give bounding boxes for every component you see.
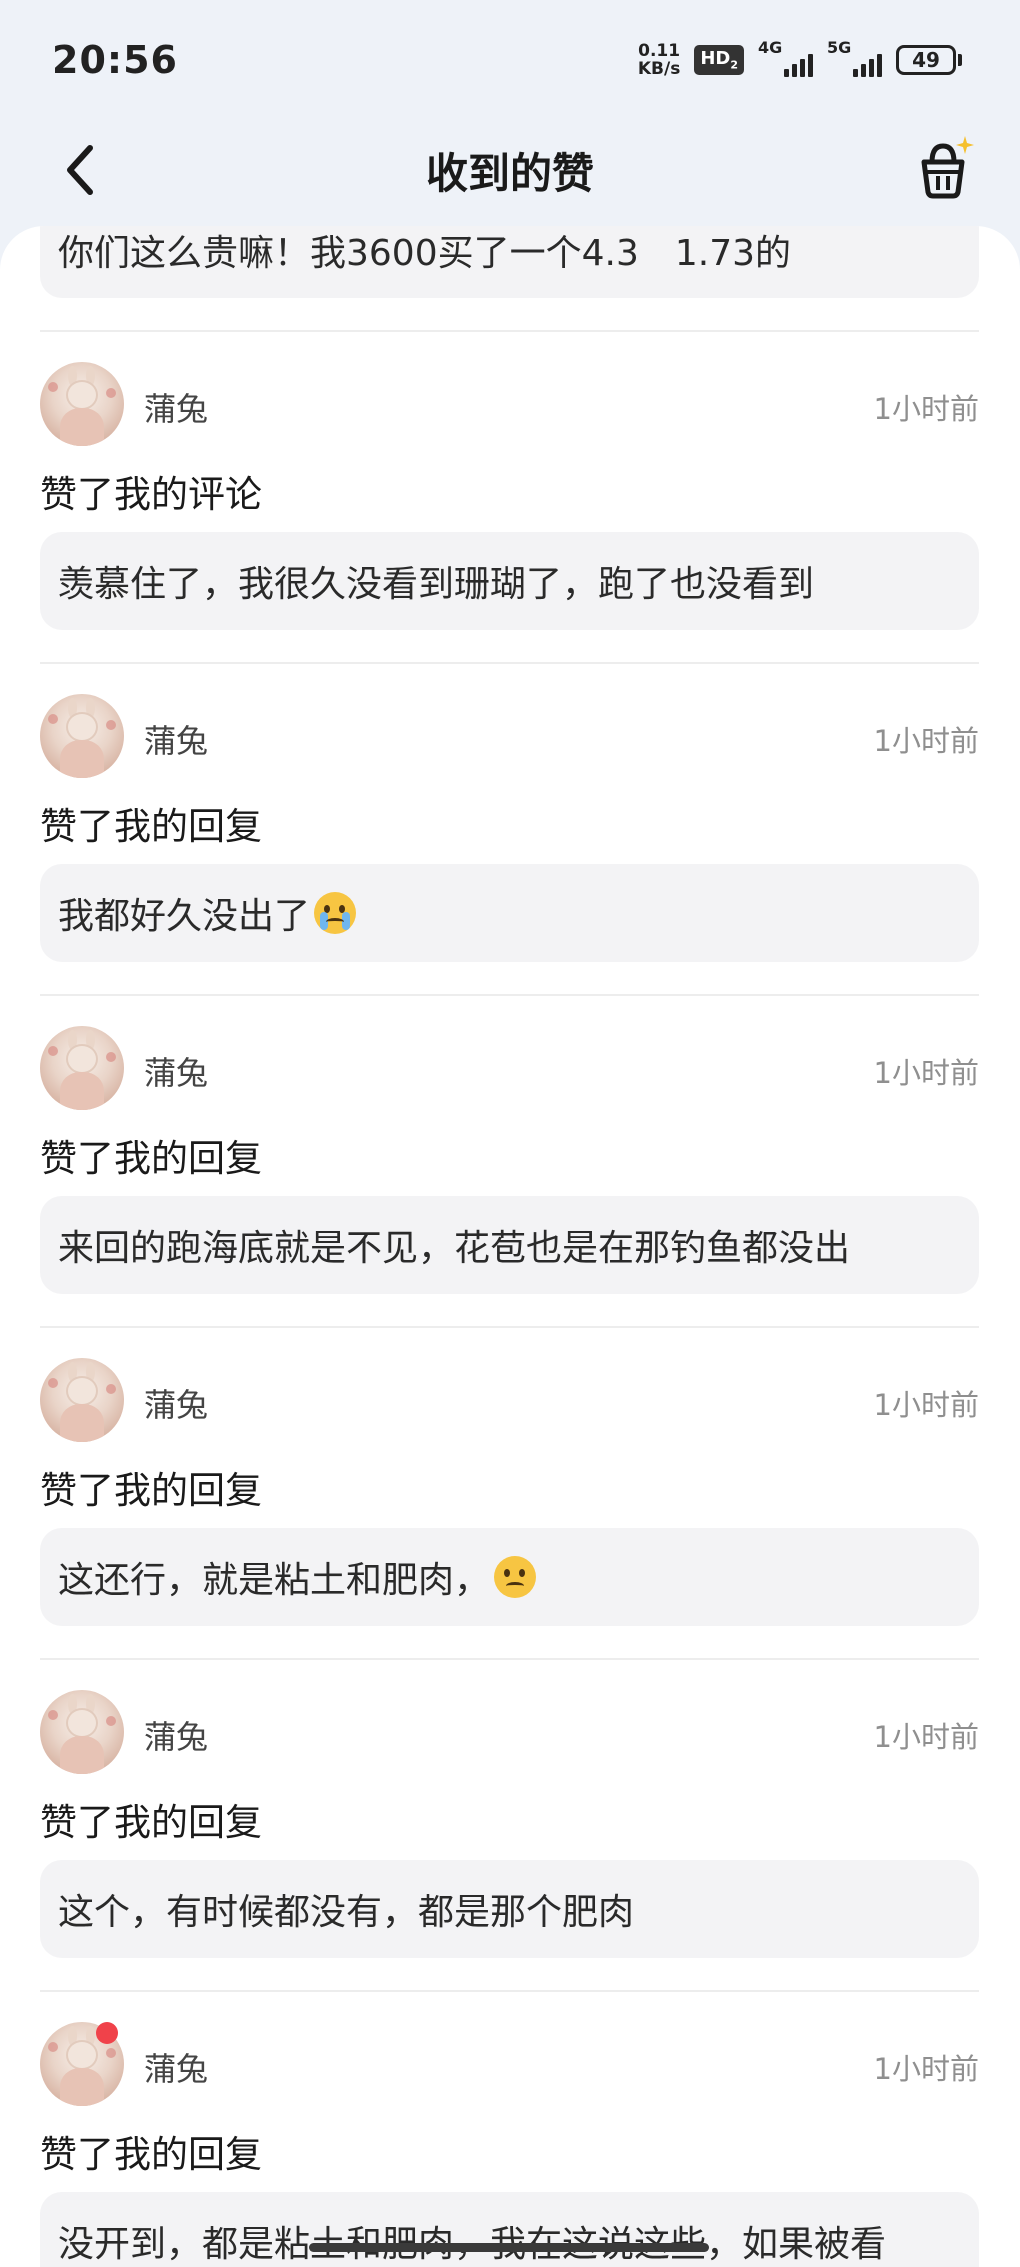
status-icons: 0.11 KB/s HD2 4G 5G 49 [638,38,962,78]
signal-bar [877,53,882,77]
unread-dot [96,2022,118,2044]
network-speed-unit: KB/s [637,59,681,79]
home-indicator[interactable] [309,2243,709,2252]
signal-bar [853,68,858,77]
like-action: 赞了我的回复 [40,805,262,848]
hd-sub: 2 [730,58,738,72]
page-title: 收到的赞 [425,148,594,198]
quoted-comment-text: 这个，有时候都没有，都是那个肥肉 [58,1892,635,1933]
quoted-comment[interactable]: 这还行，就是粘土和肥肉， [40,1528,979,1626]
quoted-comment[interactable]: 没开到，都是粘土和肥肉，我在这说这些，如果被看 [40,2192,979,2267]
avatar[interactable] [40,362,124,446]
quoted-comment[interactable]: 羡慕住了，我很久没看到珊瑚了，跑了也没看到 [40,532,979,630]
like-item[interactable]: 蒲兔 1小时前 赞了我的回复 我都好久没出了 [40,664,979,994]
username[interactable]: 蒲兔 [144,1712,208,1758]
username[interactable]: 蒲兔 [144,716,208,762]
quoted-comment-text: 没开到，都是粘土和肥肉，我在这说这些，如果被看 [58,2215,886,2267]
signal-4g-label: 4G [758,37,783,57]
username[interactable]: 蒲兔 [144,1380,208,1426]
like-item[interactable]: 蒲兔 1小时前 赞了我的回复 这个，有时候都没有，都是那个肥肉 [40,1660,979,1990]
hd-icon: HD2 [694,45,744,75]
avatar[interactable] [40,1690,124,1774]
quoted-comment[interactable]: 你们这么贵嘛！我3600买了一个4.3 1.73的 [40,226,979,298]
signal-bar [792,63,797,77]
slightly-frowning-face-icon [494,1556,537,1598]
username[interactable]: 蒲兔 [144,384,208,430]
like-item[interactable]: 蒲兔 1小时前 赞了我的回复 这还行，就是粘土和肥肉， [40,1328,979,1658]
signal-bar [784,68,789,77]
basket-button[interactable] [908,132,978,202]
network-speed-value: 0.11 [638,41,681,61]
battery-level: 49 [912,48,940,72]
timestamp: 1小时前 [873,724,979,758]
quoted-comment[interactable]: 来回的跑海底就是不见，花苞也是在那钓鱼都没出 [40,1196,979,1294]
timestamp: 1小时前 [873,1388,979,1422]
timestamp: 1小时前 [873,392,979,426]
quoted-comment-text: 羡慕住了，我很久没看到珊瑚了，跑了也没看到 [58,564,815,605]
nav-bar: 收到的赞 [0,110,1020,230]
status-time: 20:56 [52,38,178,82]
timestamp: 1小时前 [873,2052,979,2086]
quoted-comment-text: 这还行，就是粘土和肥肉， [58,1560,491,1601]
like-item[interactable]: 蒲兔 1小时前 赞了我的回复 来回的跑海底就是不见，花苞也是在那钓鱼都没出 [40,996,979,1326]
status-bar: 20:56 0.11 KB/s HD2 4G 5G 49 [0,0,1020,120]
basket-sparkle-icon [921,136,974,199]
battery-icon: 49 [896,45,962,75]
hd-label: HD [700,48,731,70]
quoted-comment-text: 来回的跑海底就是不见，花苞也是在那钓鱼都没出 [58,1228,851,1269]
back-button[interactable] [52,138,108,202]
signal-bar [869,58,874,77]
username[interactable]: 蒲兔 [144,1048,208,1094]
like-item[interactable]: 蒲兔 1小时前 赞了我的评论 羡慕住了，我很久没看到珊瑚了，跑了也没看到 [40,332,979,662]
timestamp: 1小时前 [873,1720,979,1754]
username[interactable]: 蒲兔 [144,2044,208,2090]
signal-bar [808,53,813,77]
chevron-left-icon [67,145,93,195]
signal-bar [800,58,805,77]
avatar[interactable] [40,1358,124,1442]
like-item[interactable]: 蒲兔 1小时前 赞了我的回复 没开到，都是粘土和肥肉，我在这说这些，如果被看 [40,1992,979,2267]
like-action: 赞了我的评论 [40,473,262,516]
like-action: 赞了我的回复 [40,2133,262,2176]
avatar[interactable] [40,694,124,778]
timestamp: 1小时前 [873,1056,979,1090]
signal-5g-icon: 5G [827,38,882,77]
signal-5g-label: 5G [827,37,852,57]
quoted-comment[interactable]: 这个，有时候都没有，都是那个肥肉 [40,1860,979,1958]
quoted-comment[interactable]: 我都好久没出了 [40,864,979,962]
like-action: 赞了我的回复 [40,1137,262,1180]
like-action: 赞了我的回复 [40,1801,262,1844]
quoted-comment-text: 你们这么贵嘛！我3600买了一个4.3 1.73的 [58,233,792,274]
signal-4g-icon: 4G [758,38,813,77]
likes-list[interactable]: 你们这么贵嘛！我3600买了一个4.3 1.73的 蒲兔 1小时前 赞了我的评论… [0,226,1020,2267]
loudly-crying-face-icon [314,892,357,934]
network-speed: 0.11 KB/s [638,42,680,78]
signal-bar [861,63,866,77]
like-action: 赞了我的回复 [40,1469,262,1512]
quoted-comment-text: 我都好久没出了 [58,896,311,937]
avatar[interactable] [40,1026,124,1110]
